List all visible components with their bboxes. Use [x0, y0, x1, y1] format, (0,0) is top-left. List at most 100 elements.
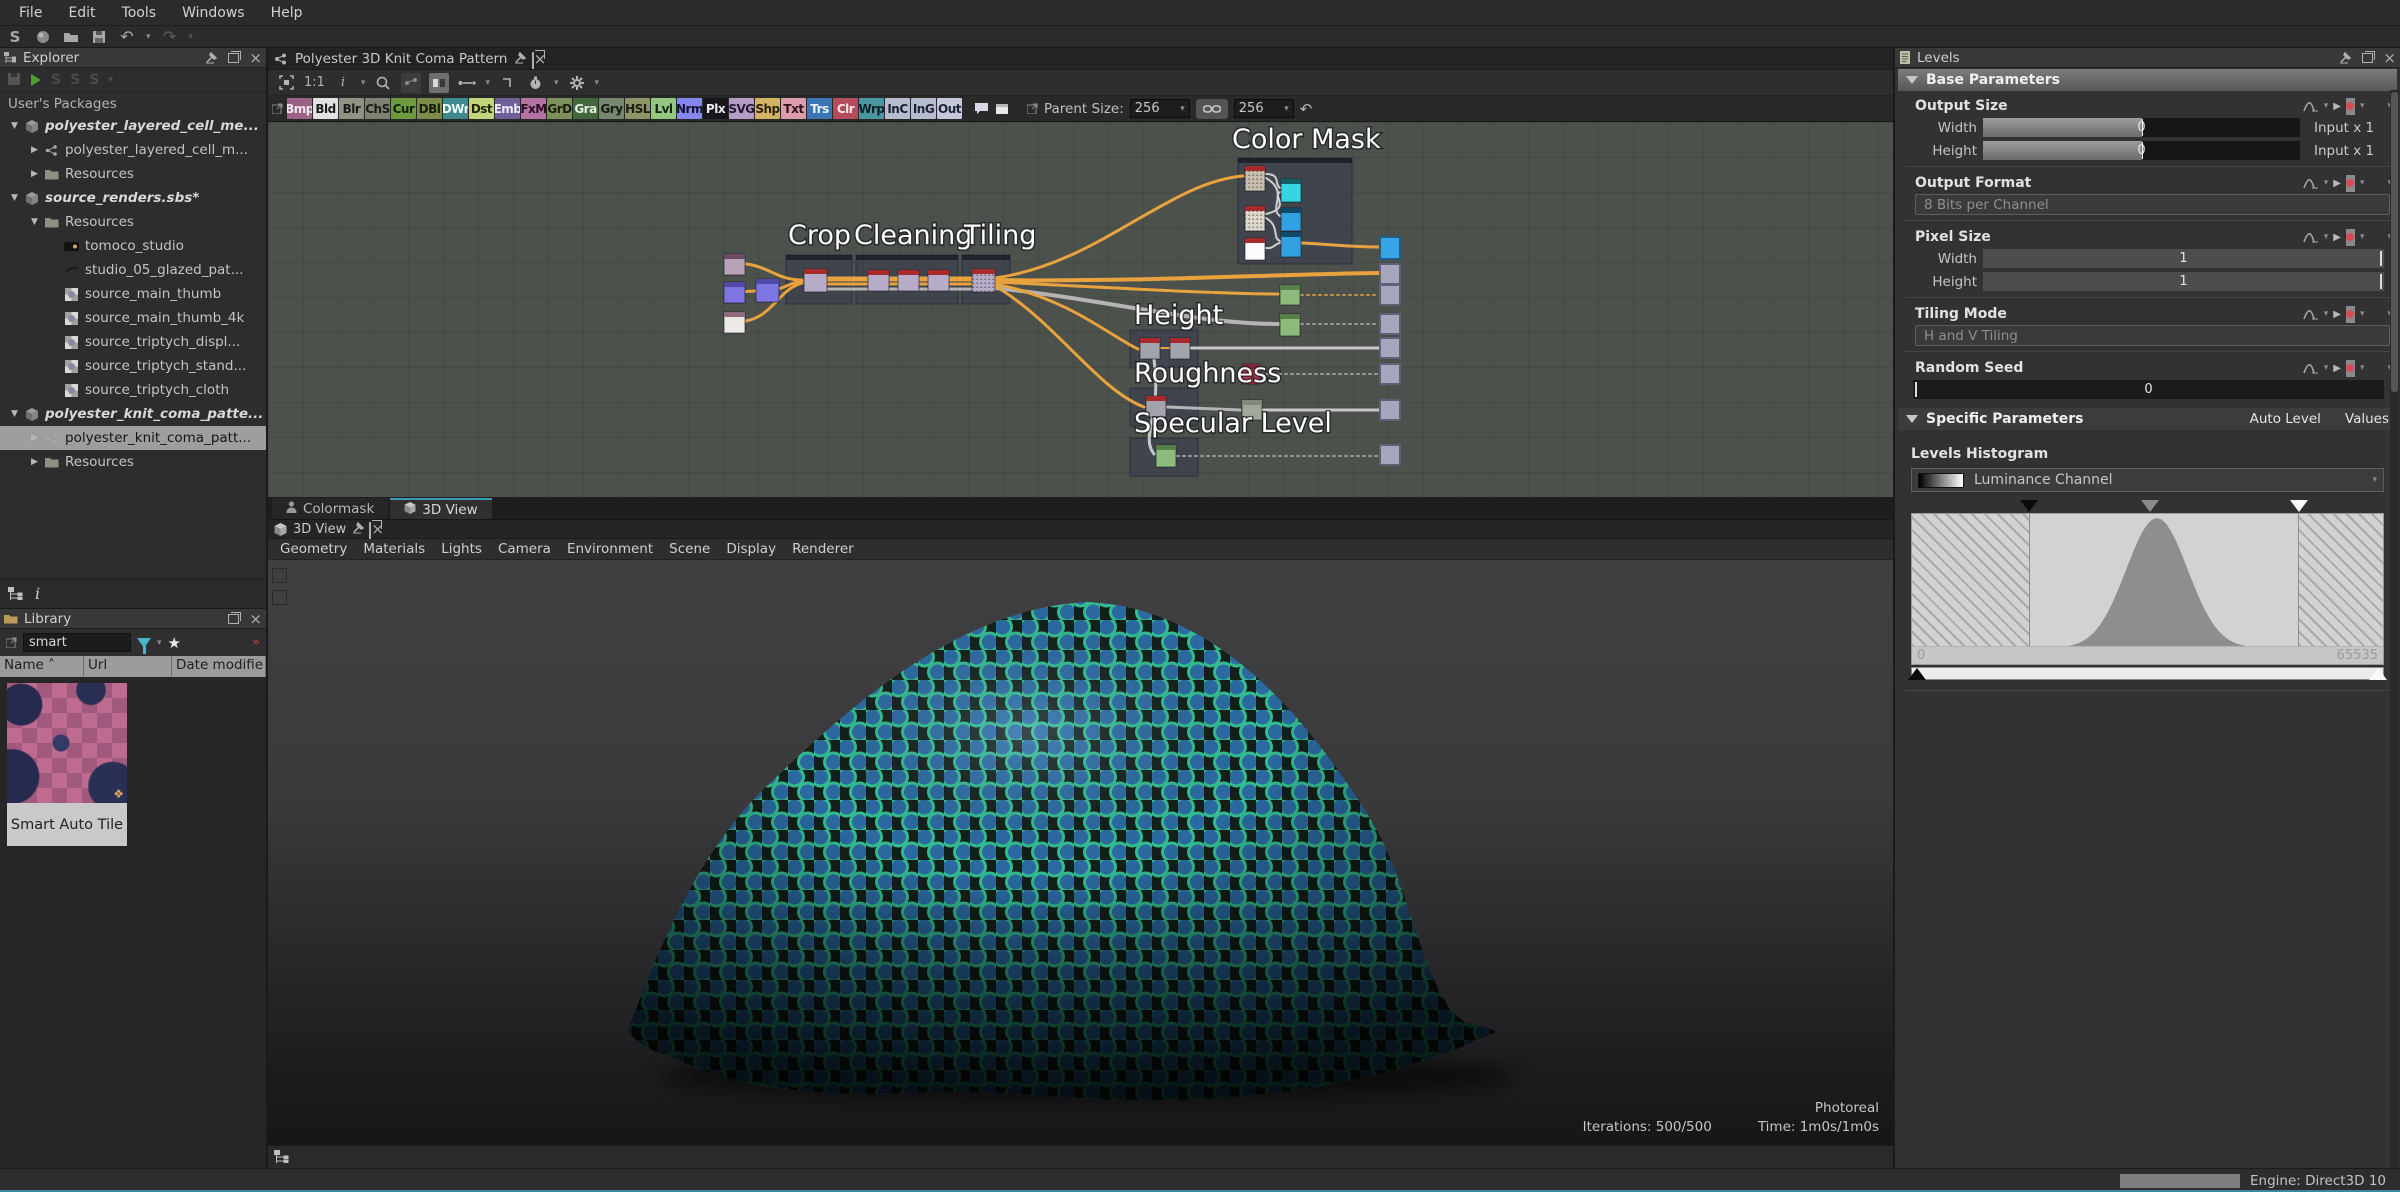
tree-item[interactable]: ▼polyester_layered_cell_me... [0, 114, 266, 138]
tab-3d-view[interactable]: 3D View [390, 498, 491, 519]
function-caret-icon[interactable]: ▾ [2324, 232, 2329, 242]
3d-menu-lights[interactable]: Lights [433, 541, 490, 557]
shelf-node-dst[interactable]: Dst [469, 98, 494, 119]
reset-caret-icon[interactable]: ▾ [2360, 232, 2365, 242]
white-point-marker[interactable] [2290, 500, 2308, 512]
menu-edit[interactable]: Edit [55, 0, 108, 26]
function-caret-icon[interactable]: ▾ [2324, 101, 2329, 111]
expose-icon[interactable]: ▶ [2333, 101, 2341, 112]
reset-caret-icon[interactable]: ▾ [2360, 101, 2365, 111]
tree-item[interactable]: ▶polyester_knit_coma_patt... [0, 426, 266, 450]
shelf-node-trs[interactable]: Trs [807, 98, 832, 119]
collapse-arrow-icon[interactable]: ▶ [26, 457, 43, 467]
filter-icon[interactable] [137, 638, 151, 648]
pixel-height-slider[interactable]: 1 [1983, 272, 2384, 291]
pin-icon[interactable] [352, 521, 365, 534]
filter-caret-icon[interactable]: ▾ [157, 638, 162, 648]
menu-windows[interactable]: Windows [169, 0, 258, 26]
link-1-icon[interactable]: S [51, 72, 61, 88]
settings-gear-icon[interactable] [567, 73, 587, 93]
shelf-node-lvl[interactable]: Lvl [651, 98, 676, 119]
tree-item[interactable]: source_main_thumb_4k [0, 306, 266, 330]
tree-item[interactable]: ▼source_renders.sbs* [0, 186, 266, 210]
graph-tab-title[interactable]: Polyester 3D Knit Coma Pattern [295, 51, 507, 67]
shelf-node-clr[interactable]: Clr [833, 98, 858, 119]
float-panel-icon[interactable] [2362, 53, 2373, 63]
shelf-node-wrp[interactable]: Wrp [859, 98, 884, 119]
close-panel-icon[interactable]: × [249, 49, 262, 67]
tree-item[interactable]: source_triptych_cloth [0, 378, 266, 402]
tree-item[interactable]: ▼Resources [0, 210, 266, 234]
column-url[interactable]: Url [84, 656, 172, 677]
undo-icon[interactable]: ↶ [118, 29, 136, 45]
black-point-marker[interactable] [2020, 500, 2038, 512]
shelf-node-grd[interactable]: GrD [547, 98, 572, 119]
float-panel-icon[interactable] [228, 53, 239, 63]
reset-caret-icon[interactable]: ▾ [2360, 363, 2365, 373]
tree-icon[interactable] [274, 1150, 289, 1164]
external-icon[interactable] [6, 637, 17, 648]
redo-caret-icon[interactable]: ▾ [189, 32, 194, 42]
function-caret-icon[interactable]: ▾ [2324, 363, 2329, 373]
tree-item[interactable]: ▶Resources [0, 162, 266, 186]
tree-item[interactable]: ▼polyester_knit_coma_patte... [0, 402, 266, 426]
tree-item[interactable]: tomoco_studio [0, 234, 266, 258]
3d-menu-environment[interactable]: Environment [559, 541, 661, 557]
shelf-node-txt[interactable]: Txt [781, 98, 806, 119]
column-name[interactable]: Name ˄ [0, 656, 84, 677]
expand-arrow-icon[interactable]: ▼ [6, 193, 23, 203]
collapse-arrow-icon[interactable]: ▶ [26, 145, 43, 155]
link-3-icon[interactable]: S [89, 72, 99, 88]
menu-tools[interactable]: Tools [109, 0, 170, 26]
pin-icon[interactable] [2339, 51, 2352, 64]
shelf-node-ing[interactable]: InG [911, 98, 936, 119]
menu-file[interactable]: File [6, 0, 55, 26]
reset-toggle[interactable] [2346, 360, 2355, 377]
output-height-slider[interactable]: 0 [1983, 141, 2300, 160]
comment-icon[interactable] [971, 99, 991, 119]
save-package-icon[interactable] [8, 73, 21, 86]
link-display-off-button[interactable] [401, 73, 421, 93]
shelf-node-nrm[interactable]: Nrm [677, 98, 702, 119]
specific-parameters-section[interactable]: Specific Parameters Auto Level Values [1898, 408, 2397, 430]
shelf-node-dwr[interactable]: DWr [443, 98, 468, 119]
3d-viewport[interactable]: Photoreal Iterations: 500/500 Time: 1m0s… [268, 560, 1893, 1145]
timer-caret-icon[interactable]: ▾ [554, 78, 559, 88]
float-panel-icon[interactable] [228, 614, 239, 624]
reset-toggle[interactable] [2346, 98, 2355, 115]
function-icon[interactable] [2303, 231, 2319, 244]
shelf-node-cur[interactable]: Cur [391, 98, 416, 119]
tree-item[interactable]: source_triptych_displ... [0, 330, 266, 354]
3d-menu-geometry[interactable]: Geometry [272, 541, 355, 557]
function-caret-icon[interactable]: ▾ [2324, 309, 2329, 319]
expose-icon[interactable]: ▶ [2333, 363, 2341, 374]
expose-icon[interactable]: ▶ [2333, 309, 2341, 320]
parent-height-select[interactable]: 256▾ [1234, 99, 1294, 118]
tree-item[interactable]: studio_05_glazed_pat... [0, 258, 266, 282]
timer-icon[interactable] [526, 73, 546, 93]
reset-toggle[interactable] [2346, 175, 2355, 192]
output-width-slider[interactable]: 0 [1983, 118, 2300, 137]
info-icon[interactable]: i [35, 584, 40, 603]
shelf-node-emb[interactable]: Emb [495, 98, 520, 119]
function-icon[interactable] [2303, 177, 2319, 190]
reset-caret-icon[interactable]: ▾ [2360, 309, 2365, 319]
redo-icon[interactable]: ↷ [161, 29, 179, 45]
random-seed-slider[interactable]: 0 [1913, 380, 2384, 399]
viewport-toggle-1-icon[interactable] [272, 568, 287, 583]
function-icon[interactable] [2303, 362, 2319, 375]
shelf-node-fxm[interactable]: FxM [521, 98, 546, 119]
library-item[interactable]: ❖ Smart Auto Tile [7, 683, 266, 846]
collapse-arrow-icon[interactable]: ▶ [26, 433, 43, 443]
open-icon[interactable] [62, 29, 80, 45]
channel-select[interactable]: Luminance Channel ▾ [1911, 468, 2384, 492]
new-substance-icon[interactable] [34, 29, 52, 45]
shelf-node-bmp[interactable]: Bmp [287, 98, 312, 119]
auto-level-button[interactable]: Auto Level [2250, 411, 2321, 427]
info-caret-icon[interactable]: ▾ [361, 78, 366, 88]
shelf-node-gra[interactable]: Gra [573, 98, 598, 119]
column-date-modified[interactable]: Date modifie [172, 656, 266, 677]
link-2-icon[interactable]: S [70, 72, 80, 88]
link-display-on-button[interactable] [429, 73, 449, 93]
library-item-thumbnail[interactable]: ❖ [7, 683, 127, 803]
